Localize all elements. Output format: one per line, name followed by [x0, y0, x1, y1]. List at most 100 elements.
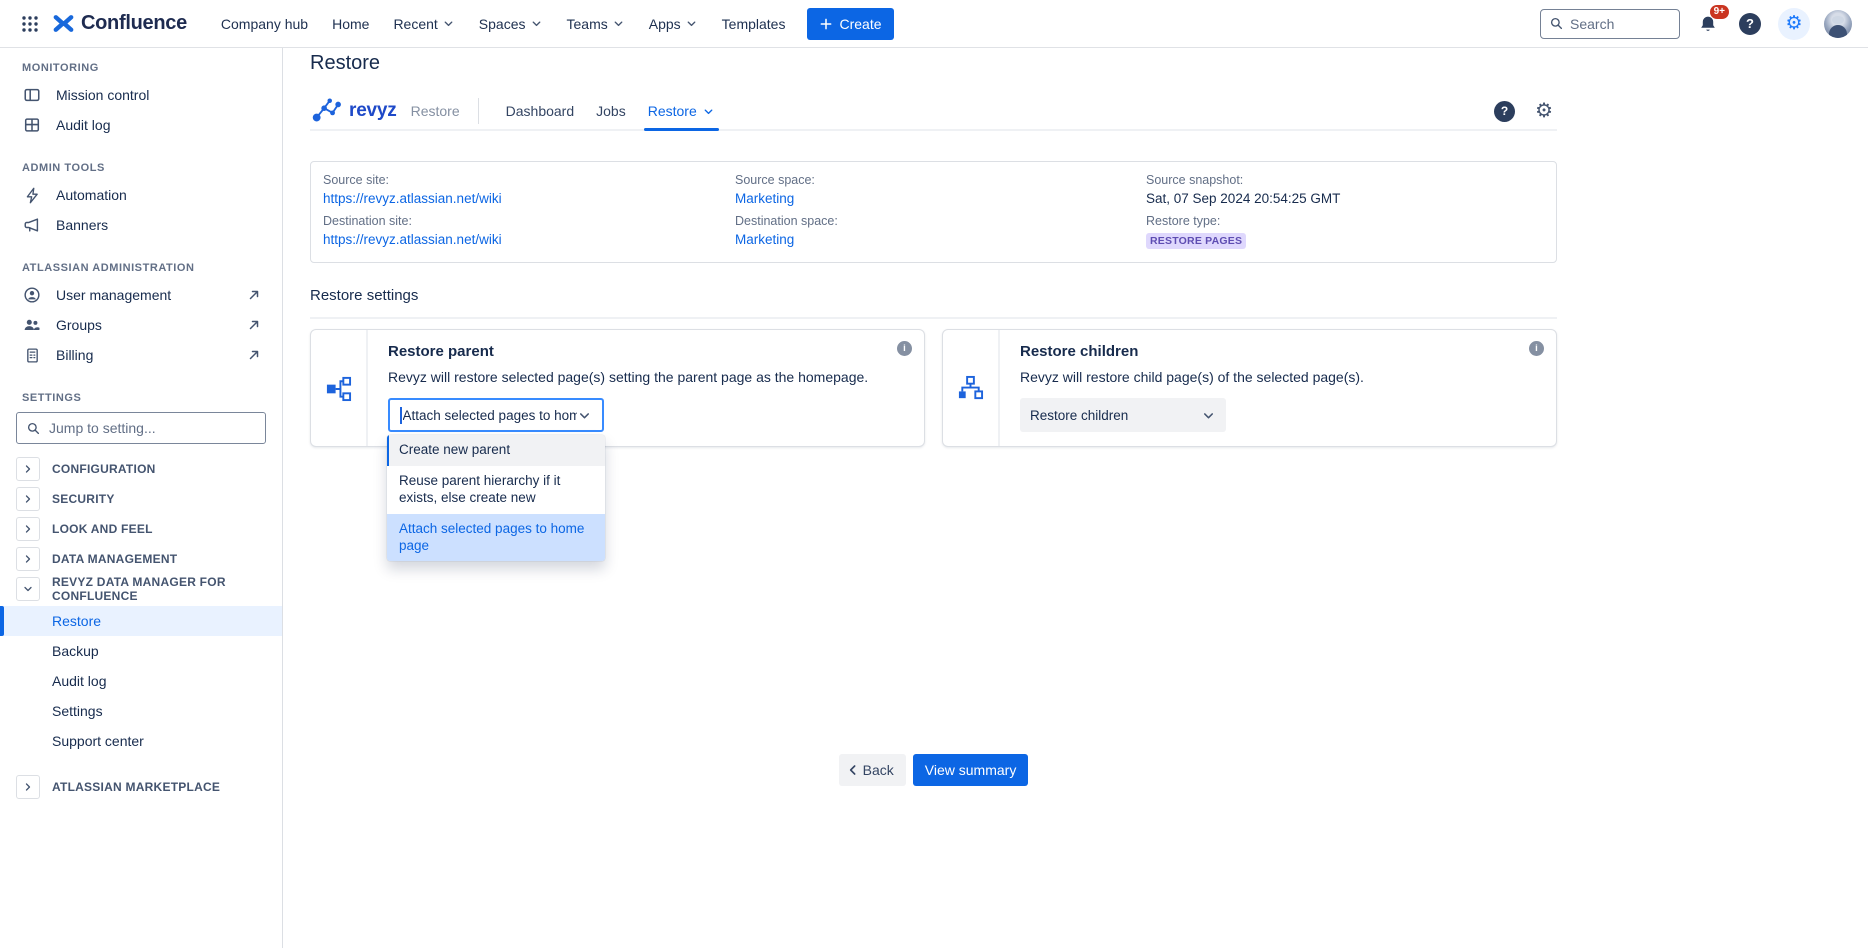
nav-item-company-hub[interactable]: Company hub [211, 10, 318, 38]
tab-jobs[interactable]: Jobs [585, 93, 637, 129]
section-settings: SETTINGS [0, 392, 282, 404]
grid-dots-icon [21, 15, 39, 33]
settings-button[interactable]: ⚙ [1778, 8, 1810, 40]
notification-badge: 9+ [1710, 5, 1729, 19]
sidebar-item-label: Audit log [56, 117, 110, 133]
sidebar-item-revyz-audit-log[interactable]: Audit log [0, 666, 282, 696]
option-attach-to-home-page[interactable]: Attach selected pages to home page [387, 514, 605, 562]
option-create-new-parent[interactable]: Create new parent [387, 435, 605, 466]
section-title: ADMIN TOOLS [22, 162, 266, 174]
chevron-down-icon [442, 17, 455, 30]
chevron-right-icon[interactable] [16, 547, 40, 571]
jump-to-setting-search[interactable] [16, 412, 266, 444]
field-source-space: Source space: Marketing [735, 173, 1146, 206]
settings-group-marketplace[interactable]: ATLASSIAN MARKETPLACE [0, 772, 282, 802]
sidebar-item-banners[interactable]: Banners [16, 210, 266, 240]
card-title: Restore parent [388, 343, 904, 360]
section-title: ATLASSIAN ADMINISTRATION [22, 262, 266, 274]
sidebar-item-revyz-settings[interactable]: Settings [0, 696, 282, 726]
navbar-right: 9+ ? ⚙ [1540, 8, 1852, 40]
section-title: MONITORING [22, 62, 266, 74]
wizard-footer: Back View summary [310, 754, 1557, 786]
settings-group-look-and-feel[interactable]: LOOK AND FEEL [0, 514, 282, 544]
chevron-left-icon [845, 762, 861, 778]
global-search[interactable] [1540, 9, 1680, 39]
tab-restore[interactable]: Restore [637, 93, 726, 129]
sidebar-item-groups[interactable]: Groups [16, 310, 266, 340]
nav-item-apps[interactable]: Apps [639, 10, 708, 38]
revyz-app-header: revyz Restore Dashboard Jobs Restore ? ⚙ [310, 93, 1557, 131]
restore-children-select[interactable]: Restore children [1020, 398, 1226, 432]
restore-type-badge: RESTORE PAGES [1146, 233, 1246, 249]
revyz-logo[interactable]: revyz [310, 97, 397, 125]
app-window: Confluence Company hub Home Recent Space… [0, 0, 1868, 948]
settings-group-data-management[interactable]: DATA MANAGEMENT [0, 544, 282, 574]
card-icon-column [311, 330, 368, 446]
card-body: Restore children Revyz will restore chil… [1000, 330, 1556, 446]
chevron-right-icon[interactable] [16, 457, 40, 481]
top-navbar: Confluence Company hub Home Recent Space… [0, 0, 1868, 48]
sidebar-item-automation[interactable]: Automation [16, 180, 266, 210]
help-icon[interactable]: ? [1494, 101, 1515, 122]
notifications-button[interactable]: 9+ [1694, 10, 1722, 38]
divider [478, 98, 479, 124]
sidebar-item-support-center[interactable]: Support center [0, 726, 282, 756]
gear-icon[interactable]: ⚙ [1535, 101, 1553, 121]
settings-group-configuration[interactable]: CONFIGURATION [0, 454, 282, 484]
source-site-link[interactable]: https://revyz.atlassian.net/wiki [323, 191, 715, 206]
settings-group-revyz[interactable]: REVYZ DATA MANAGER FOR CONFLUENCE [0, 574, 282, 604]
chevron-down-icon[interactable] [16, 577, 40, 601]
nav-item-teams[interactable]: Teams [557, 10, 635, 38]
text-cursor [400, 407, 402, 424]
sidebar-item-mission-control[interactable]: Mission control [16, 80, 266, 110]
card-body: Restore parent Revyz will restore select… [368, 330, 924, 446]
app-header-icons: ? ⚙ [1494, 101, 1557, 122]
chevron-right-icon[interactable] [16, 775, 40, 799]
back-button[interactable]: Back [839, 754, 906, 786]
jump-to-setting-input[interactable] [49, 420, 256, 436]
option-reuse-parent-hierarchy[interactable]: Reuse parent hierarchy if it exists, els… [387, 466, 605, 514]
create-button[interactable]: Create [807, 8, 893, 40]
nav-item-templates[interactable]: Templates [712, 10, 796, 38]
sidebar-item-billing[interactable]: Billing [16, 340, 266, 370]
external-link-icon [248, 349, 260, 361]
section-atlassian-administration: ATLASSIAN ADMINISTRATION User management… [0, 262, 282, 370]
tab-dashboard[interactable]: Dashboard [495, 93, 586, 129]
search-icon [1549, 16, 1564, 31]
sidebar-item-restore[interactable]: Restore [0, 606, 282, 636]
restore-parent-select[interactable]: Attach selected pages to home page [388, 398, 604, 432]
external-link-icon [248, 319, 260, 331]
chevron-down-icon [577, 408, 592, 423]
user-avatar[interactable] [1824, 10, 1852, 38]
sidebar-item-backup[interactable]: Backup [0, 636, 282, 666]
source-space-link[interactable]: Marketing [735, 191, 1126, 206]
confluence-logo[interactable]: Confluence [52, 12, 187, 35]
search-input[interactable] [1570, 16, 1671, 32]
nav-item-spaces[interactable]: Spaces [469, 10, 553, 38]
nav-item-home[interactable]: Home [322, 10, 379, 38]
help-button[interactable]: ? [1736, 10, 1764, 38]
chevron-right-icon[interactable] [16, 517, 40, 541]
destination-space-link[interactable]: Marketing [735, 232, 1126, 247]
view-summary-button[interactable]: View summary [913, 754, 1029, 786]
info-icon[interactable]: i [1529, 341, 1544, 356]
settings-group-security[interactable]: SECURITY [0, 484, 282, 514]
chevron-right-icon[interactable] [16, 487, 40, 511]
source-snapshot-value: Sat, 07 Sep 2024 20:54:25 GMT [1146, 191, 1524, 206]
sidebar-item-label: User management [56, 287, 171, 303]
sidebar-item-user-management[interactable]: User management [16, 280, 266, 310]
app-switcher-icon[interactable] [14, 8, 46, 40]
destination-site-link[interactable]: https://revyz.atlassian.net/wiki [323, 232, 715, 247]
revyz-submenu: Restore Backup Audit log Settings Suppor… [0, 606, 282, 756]
plus-icon [819, 17, 833, 31]
info-icon[interactable]: i [897, 341, 912, 356]
nav-item-recent[interactable]: Recent [383, 10, 464, 38]
restore-children-card: Restore children Revyz will restore chil… [942, 329, 1557, 447]
settings-cards: Restore parent Revyz will restore select… [310, 329, 1557, 447]
chevron-down-icon [1201, 408, 1216, 423]
chevron-down-icon [685, 17, 698, 30]
sidebar-item-label: Automation [56, 187, 127, 203]
field-destination-site: Destination site: https://revyz.atlassia… [323, 214, 735, 249]
sidebar-item-audit-log[interactable]: Audit log [16, 110, 266, 140]
restore-info-panel: Source site: https://revyz.atlassian.net… [310, 161, 1557, 263]
